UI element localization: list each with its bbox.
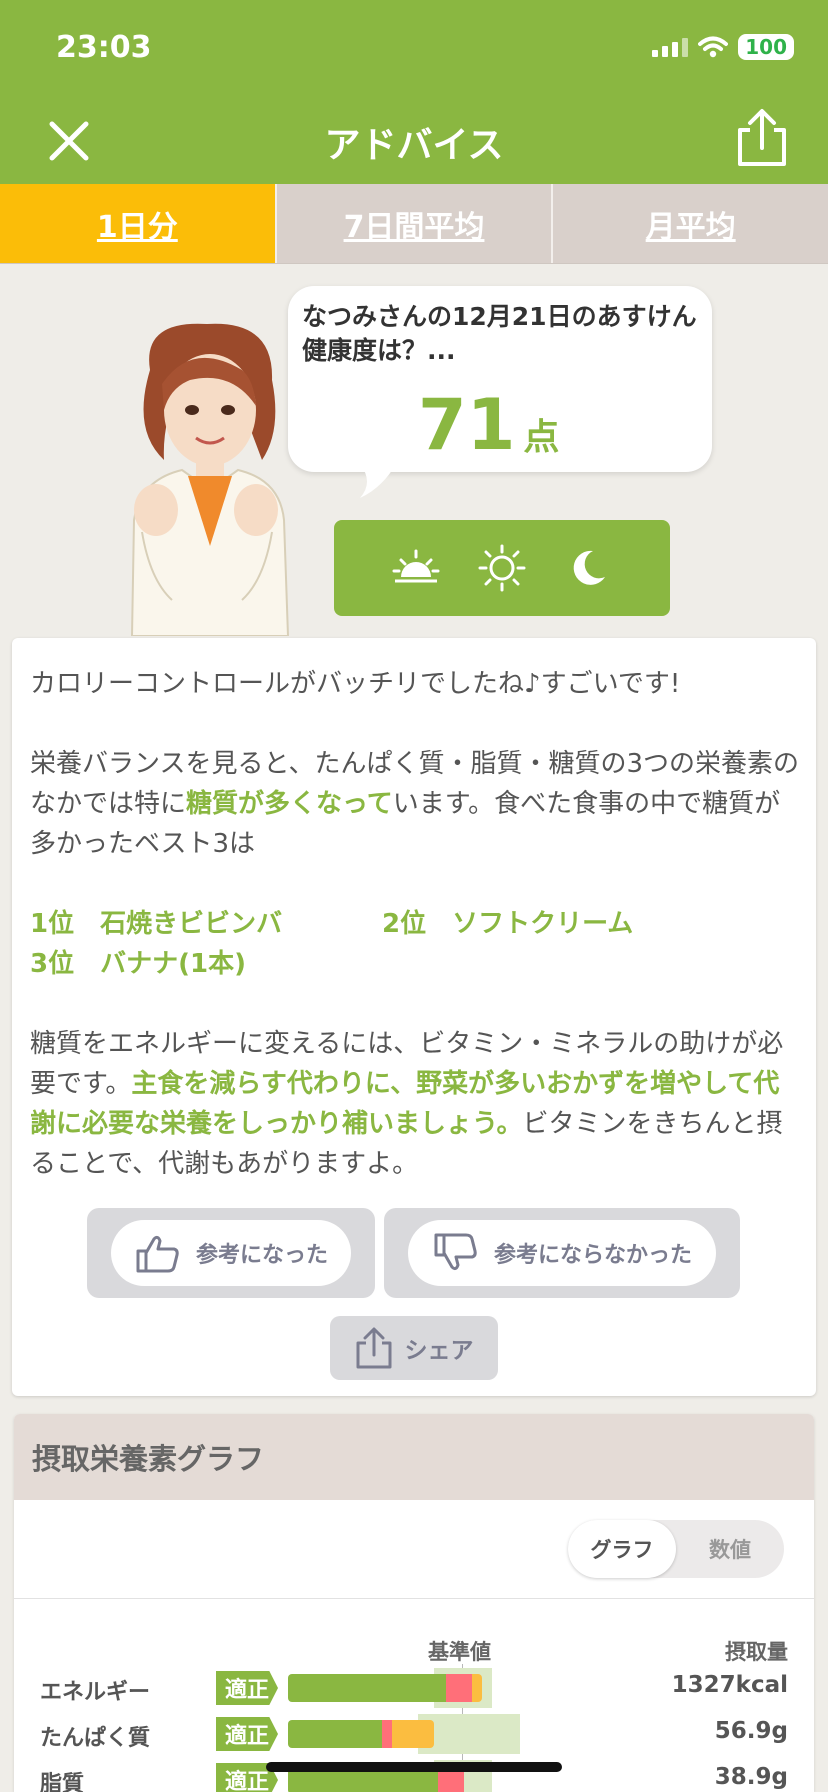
nutrient-row-energy: エネルギー 適正 1327kcal	[14, 1668, 814, 1708]
sunrise-icon[interactable]	[391, 543, 441, 593]
advice-paragraph-4: 糖質をエネルギーに変えるには、ビタミン・ミネラルの助けが必要です。主食を減らす代…	[30, 1029, 784, 1179]
score-display: 71 点	[418, 384, 559, 466]
view-toggle: グラフ 数値	[568, 1520, 784, 1578]
intake-bar-caution	[392, 1720, 434, 1748]
signal-icon	[652, 37, 689, 57]
status-icons: 100	[652, 34, 794, 60]
share-icon	[356, 1327, 391, 1369]
battery-indicator: 100	[738, 34, 794, 60]
intake-bar	[288, 1720, 382, 1748]
page-title: アドバイス	[324, 125, 504, 166]
intake-bar	[288, 1674, 446, 1702]
helpful-button[interactable]: 参考になった	[87, 1208, 375, 1298]
helpful-label: 参考になった	[195, 1243, 328, 1268]
tab-1day[interactable]: 1日分	[0, 184, 275, 263]
top3-ranking: 1位 石焼きビビンバ 2位 ソフトクリーム 3位 バナナ(1本)	[30, 904, 800, 984]
nutrient-name: たんぱく質	[40, 1726, 151, 1751]
rank-2: 2位 ソフトクリーム	[382, 909, 634, 939]
nutrient-graph-section: 摂取栄養素グラフ グラフ 数値 基準値 摂取量 エネルギー 適正 1327kca…	[14, 1414, 814, 1792]
bubble-tail	[360, 464, 396, 498]
period-tabs: 1日分 7日間平均 月平均	[0, 184, 828, 264]
wifi-icon	[698, 36, 729, 58]
advice-paragraph-2: 栄養バランスを見ると、たんぱく質・脂質・糖質の3つの栄養素のなかでは特に糖質が多…	[30, 749, 799, 859]
nutrient-name: エネルギー	[40, 1680, 151, 1705]
intake-bar-caution	[472, 1674, 482, 1702]
score-bubble: なつみさんの12月21日のあすけん健康度は？... 71 点	[288, 286, 712, 472]
divider	[14, 1598, 814, 1599]
rank-3: 3位 バナナ(1本)	[30, 949, 246, 979]
advisor-avatar	[130, 323, 290, 636]
not-helpful-button[interactable]: 参考にならなかった	[384, 1208, 740, 1298]
nutrient-row-protein: たんぱく質 適正 56.9g	[14, 1714, 814, 1754]
share-button[interactable]: シェア	[330, 1316, 498, 1380]
sun-icon[interactable]	[477, 543, 527, 593]
status-time: 23:03	[56, 30, 152, 65]
graph-title: 摂取栄養素グラフ	[14, 1414, 814, 1500]
meal-time-selector	[334, 520, 670, 616]
toggle-graph[interactable]: グラフ	[568, 1520, 676, 1578]
advice-card: カロリーコントロールがバッチリでしたね♪すごいです! 栄養バランスを見ると、たん…	[12, 638, 816, 1396]
home-indicator	[266, 1762, 562, 1772]
share-icon[interactable]	[736, 108, 788, 168]
thumbs-down-icon	[434, 1233, 477, 1271]
not-helpful-label: 参考にならなかった	[493, 1243, 692, 1268]
reference-label: 基準値	[428, 1640, 491, 1664]
advice-line-1: カロリーコントロールがバッチリでしたね♪すごいです!	[30, 669, 681, 699]
nutrient-value: 38.9g	[714, 1764, 788, 1790]
score-unit: 点	[523, 417, 560, 458]
nutrient-name: 脂質	[40, 1772, 85, 1792]
health-score: 71	[418, 384, 516, 466]
intake-bar-over	[446, 1674, 472, 1702]
advice-text: カロリーコントロールがバッチリでしたね♪すごいです! 栄養バランスを見ると、たん…	[30, 664, 800, 1224]
score-caption: なつみさんの12月21日のあすけん健康度は？...	[302, 302, 697, 365]
rank-1: 1位 石焼きビビンバ	[30, 909, 283, 939]
intake-bar-over	[382, 1720, 392, 1748]
tab-7day-average[interactable]: 7日間平均	[274, 184, 552, 263]
tab-monthly-average[interactable]: 月平均	[551, 184, 828, 263]
moon-icon[interactable]	[563, 543, 613, 593]
share-label: シェア	[404, 1338, 474, 1364]
status-badge: 適正	[216, 1671, 278, 1705]
intake-label: 摂取量	[725, 1640, 788, 1664]
nutrient-value: 56.9g	[714, 1718, 788, 1744]
toggle-values[interactable]: 数値	[676, 1520, 784, 1578]
nutrient-value: 1327kcal	[671, 1672, 788, 1698]
status-badge: 適正	[216, 1717, 278, 1751]
thumbs-up-icon	[136, 1235, 179, 1273]
